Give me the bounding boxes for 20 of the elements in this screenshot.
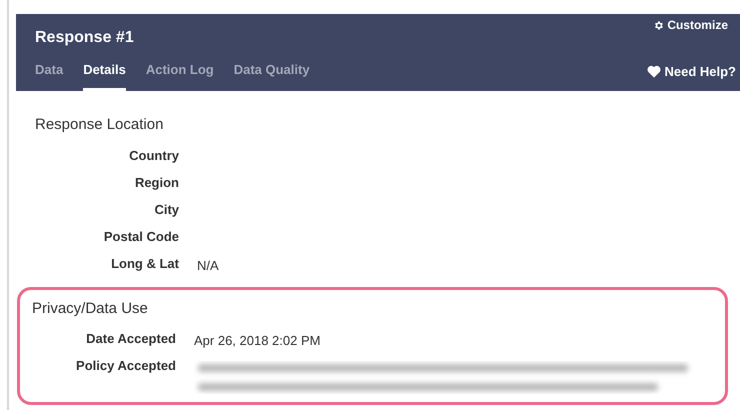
customize-button[interactable]: Customize [653,16,728,34]
field-label: Country [128,146,179,165]
section-title: Response Location [35,115,164,135]
tab[interactable]: Data Quality [234,60,310,91]
field-value: N/A [197,258,219,272]
field-label: Policy Accepted [75,357,176,375]
field-label: Postal Code [102,228,179,246]
tab[interactable]: Data [35,60,64,91]
heart-icon [647,64,662,78]
response-title: Response #1 [35,28,134,48]
section-title: Privacy/Data Use [32,298,149,318]
field-label: Long & Lat [110,254,179,273]
field-label: City [153,200,179,219]
help-button[interactable]: Need Help? [647,62,736,91]
gear-icon [653,20,664,30]
field-value: Apr 26, 2018 2:02 PM [194,333,320,348]
tab[interactable]: Action Log [146,60,214,91]
field-label: Date Accepted [85,330,176,348]
field-label: Region [134,174,179,192]
tab[interactable]: Details [83,60,126,91]
